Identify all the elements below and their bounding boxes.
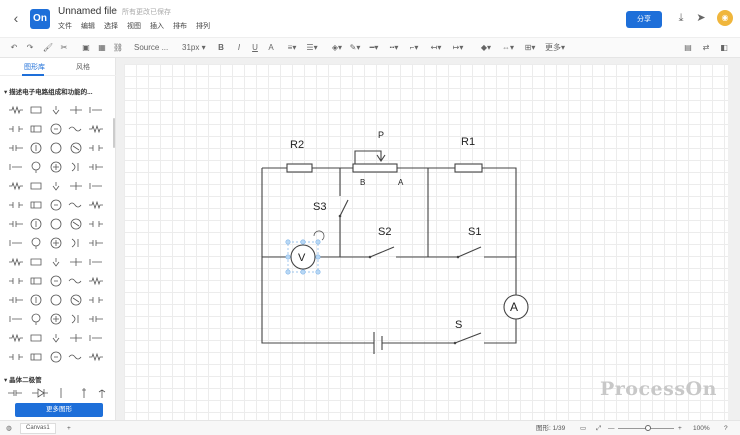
watermark: ProcessOn (600, 378, 717, 400)
rheostat[interactable] (352, 163, 398, 173)
label-r2: R2 (290, 139, 304, 151)
voltmeter-label: V (298, 252, 306, 264)
zoom-level: 100% (693, 425, 710, 432)
resize-handle[interactable] (315, 239, 321, 245)
fullscreen-icon[interactable]: ⤢ (596, 424, 601, 433)
fit-icon[interactable]: ▭ (580, 424, 586, 433)
globe-icon[interactable]: ◍ (6, 424, 12, 433)
label-s: S (455, 319, 462, 331)
resize-handle[interactable] (315, 254, 321, 260)
status-bar: ◍ Canvas1 + 图形: 1/39 ▭ ⤢ — + 100% ? (0, 420, 740, 435)
resize-handle[interactable] (300, 239, 306, 245)
label-s3: S3 (313, 201, 326, 213)
label-s2: S2 (378, 226, 391, 238)
slider-wire[interactable] (354, 150, 382, 164)
zoom-slider-handle[interactable] (645, 425, 651, 431)
switch-s[interactable] (454, 332, 482, 344)
resize-handle[interactable] (285, 269, 291, 275)
label-b: B (360, 178, 365, 187)
label-s1: S1 (468, 226, 481, 238)
label-r1: R1 (461, 136, 475, 148)
tab-canvas1[interactable]: Canvas1 (20, 423, 56, 434)
resistor-r1[interactable] (454, 163, 483, 173)
label-a: A (398, 178, 404, 187)
rotate-handle-icon[interactable] (313, 230, 325, 241)
wire[interactable] (484, 318, 517, 344)
ammeter-label: A (510, 300, 518, 314)
resize-handle[interactable] (315, 269, 321, 275)
resize-handle[interactable] (300, 269, 306, 275)
circuit-diagram: R2 P B A R1 S3 S2 S1 S V A (261, 130, 529, 354)
label-p: P (378, 130, 384, 140)
help-icon[interactable]: ? (724, 424, 728, 433)
zoom-in-button[interactable]: + (678, 424, 682, 433)
resize-handle[interactable] (285, 239, 291, 245)
shape-count: 图形: 1/39 (536, 425, 566, 432)
battery[interactable] (373, 332, 383, 354)
zoom-out-button[interactable]: — (608, 424, 615, 433)
switch-s1[interactable] (457, 246, 482, 258)
resistor-r2[interactable] (286, 163, 313, 173)
add-canvas-button[interactable]: + (67, 424, 71, 433)
resize-handle[interactable] (285, 254, 291, 260)
wire[interactable] (482, 167, 517, 296)
switch-s2[interactable] (369, 246, 395, 258)
switch-s3[interactable] (339, 199, 349, 217)
